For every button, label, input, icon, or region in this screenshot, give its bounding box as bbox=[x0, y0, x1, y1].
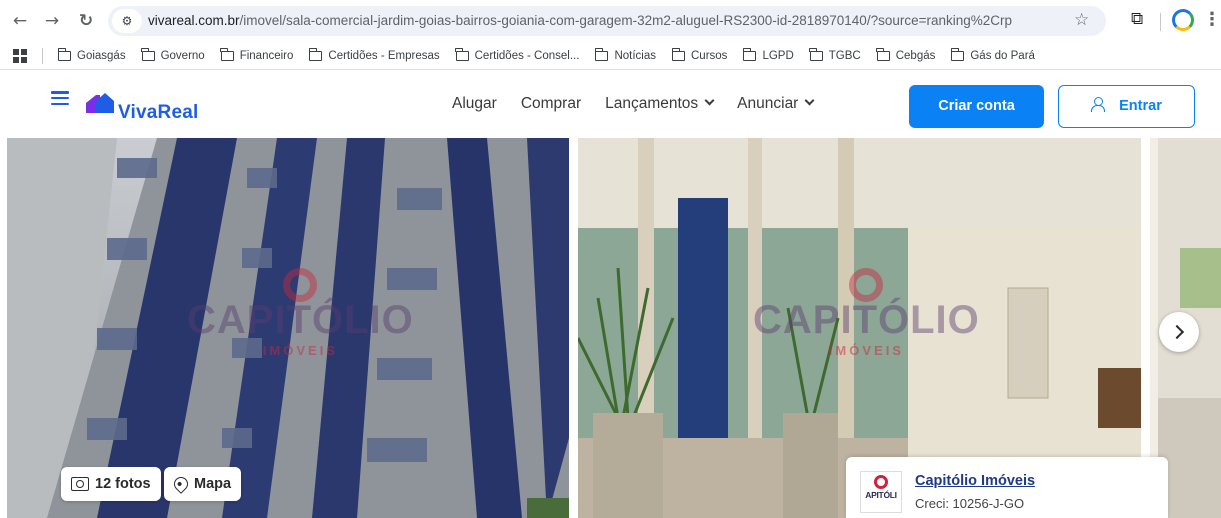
google-profile-icon[interactable] bbox=[1172, 9, 1194, 31]
chevron-right-icon bbox=[1169, 324, 1185, 340]
create-account-button[interactable]: Criar conta bbox=[909, 85, 1044, 128]
user-icon bbox=[1091, 97, 1106, 112]
bookmark-item[interactable]: Goiasgás bbox=[57, 48, 126, 62]
agency-card[interactable]: APITÓLI Capitólio Imóveis Creci: 10256-J… bbox=[846, 457, 1168, 518]
bookmark-label: Certidões - Empresas bbox=[328, 50, 440, 62]
map-label: Mapa bbox=[194, 476, 232, 492]
site-header: VivaReal Alugar Comprar Lançamentos Anun… bbox=[0, 70, 1221, 138]
gallery-photo-building[interactable]: CAPITÓLIO IMÓVEIS 12 fotos Mapa bbox=[7, 138, 569, 518]
nav-comprar[interactable]: Comprar bbox=[521, 95, 581, 113]
bookmark-item[interactable]: LGPD bbox=[742, 48, 794, 62]
folder-icon bbox=[220, 48, 234, 61]
nav-anunciar-label: Anunciar bbox=[737, 95, 799, 112]
hamburger-menu-icon[interactable] bbox=[51, 91, 69, 105]
vivareal-logo-icon[interactable] bbox=[86, 93, 114, 113]
nav-lancamentos-label: Lançamentos bbox=[605, 95, 699, 112]
bookmark-item[interactable]: Certidões - Empresas bbox=[308, 48, 440, 62]
bookmark-label: Gás do Pará bbox=[970, 50, 1035, 62]
bookmark-item[interactable]: Cursos bbox=[671, 48, 728, 62]
forward-arrow-icon[interactable]: → bbox=[42, 11, 62, 31]
vivareal-logo-text[interactable]: VivaReal bbox=[118, 102, 198, 124]
bookmark-label: Notícias bbox=[614, 50, 656, 62]
folder-icon bbox=[594, 48, 609, 61]
chevron-down-icon bbox=[804, 95, 815, 106]
bookmark-label: Cursos bbox=[691, 50, 728, 62]
back-arrow-icon[interactable]: ← bbox=[10, 11, 30, 31]
folder-icon bbox=[809, 48, 823, 61]
bookmark-label: Governo bbox=[160, 50, 205, 62]
bookmark-list: Goiasgás Governo Financeiro Certidões - Emp… bbox=[57, 42, 1051, 70]
bookmark-label: Cebgás bbox=[895, 50, 936, 62]
chevron-down-icon bbox=[704, 95, 715, 106]
extensions-icon[interactable]: ⧉ bbox=[1131, 9, 1143, 29]
site-settings-icon[interactable]: ⚙ bbox=[112, 9, 142, 33]
bookmark-label: LGPD bbox=[762, 50, 794, 62]
folder-icon bbox=[950, 48, 965, 61]
agency-logo-icon bbox=[874, 475, 888, 489]
camera-icon bbox=[71, 477, 89, 491]
bookmark-star-icon[interactable]: ☆ bbox=[1074, 10, 1089, 30]
bookmarks-divider bbox=[42, 48, 43, 64]
photos-count-button[interactable]: 12 fotos bbox=[61, 467, 161, 501]
folder-icon bbox=[308, 48, 323, 61]
folder-icon bbox=[57, 48, 71, 61]
apps-grid-icon[interactable] bbox=[13, 49, 27, 63]
bookmark-item[interactable]: Certidões - Consel... bbox=[455, 48, 580, 62]
bookmark-label: Financeiro bbox=[239, 50, 294, 62]
bookmark-item[interactable]: Financeiro bbox=[220, 48, 294, 62]
more-menu-icon[interactable]: ⋮ bbox=[1203, 9, 1221, 30]
agency-logo-text: APITÓLI bbox=[865, 490, 897, 500]
bookmark-item[interactable]: Notícias bbox=[594, 48, 656, 62]
folder-icon bbox=[876, 48, 890, 61]
folder-icon bbox=[455, 48, 469, 61]
folder-icon bbox=[141, 48, 155, 61]
nav-lancamentos[interactable]: Lançamentos bbox=[605, 95, 715, 113]
next-photo-button[interactable] bbox=[1159, 312, 1199, 352]
map-pin-icon bbox=[171, 474, 191, 494]
main-nav: Alugar Comprar Lançamentos Anunciar bbox=[452, 95, 815, 113]
nav-anunciar[interactable]: Anunciar bbox=[737, 95, 815, 113]
login-button[interactable]: Entrar bbox=[1058, 85, 1195, 128]
toolbar-divider bbox=[1160, 13, 1161, 31]
url-domain: vivareal.com.br bbox=[148, 13, 240, 28]
bookmark-item[interactable]: TGBC bbox=[809, 48, 861, 62]
bookmark-item[interactable]: Governo bbox=[141, 48, 205, 62]
nav-alugar[interactable]: Alugar bbox=[452, 95, 497, 113]
login-label: Entrar bbox=[1119, 98, 1162, 114]
folder-icon bbox=[742, 48, 757, 61]
bookmark-label: Certidões - Consel... bbox=[474, 50, 580, 62]
photos-count-label: 12 fotos bbox=[95, 476, 151, 492]
agency-name-link[interactable]: Capitólio Imóveis bbox=[915, 473, 1035, 489]
bookmark-item[interactable]: Cebgás bbox=[876, 48, 936, 62]
map-button[interactable]: Mapa bbox=[164, 467, 242, 501]
bookmarks-bar: Goiasgás Governo Financeiro Certidões - Emp… bbox=[0, 42, 1221, 70]
bookmark-item[interactable]: Gás do Pará bbox=[950, 48, 1035, 62]
browser-toolbar: ← → ↻ ⚙ vivareal.com.br/imovel/sala-come… bbox=[0, 0, 1221, 42]
folder-icon bbox=[671, 48, 685, 61]
bookmark-label: TGBC bbox=[828, 50, 861, 62]
address-bar[interactable]: ⚙ vivareal.com.br/imovel/sala-comercial-… bbox=[108, 6, 1106, 36]
bookmark-label: Goiasgás bbox=[77, 50, 126, 62]
reload-icon[interactable]: ↻ bbox=[76, 11, 96, 31]
agency-creci: Creci: 10256-J-GO bbox=[915, 496, 1025, 511]
url-path: /imovel/sala-comercial-jardim-goias-bair… bbox=[239, 13, 1013, 28]
photo-gallery: CAPITÓLIO IMÓVEIS 12 fotos Mapa CAPITÓLI… bbox=[0, 138, 1221, 518]
agency-logo: APITÓLI bbox=[860, 471, 902, 513]
url-text[interactable]: vivareal.com.br/imovel/sala-comercial-ja… bbox=[148, 6, 1012, 36]
